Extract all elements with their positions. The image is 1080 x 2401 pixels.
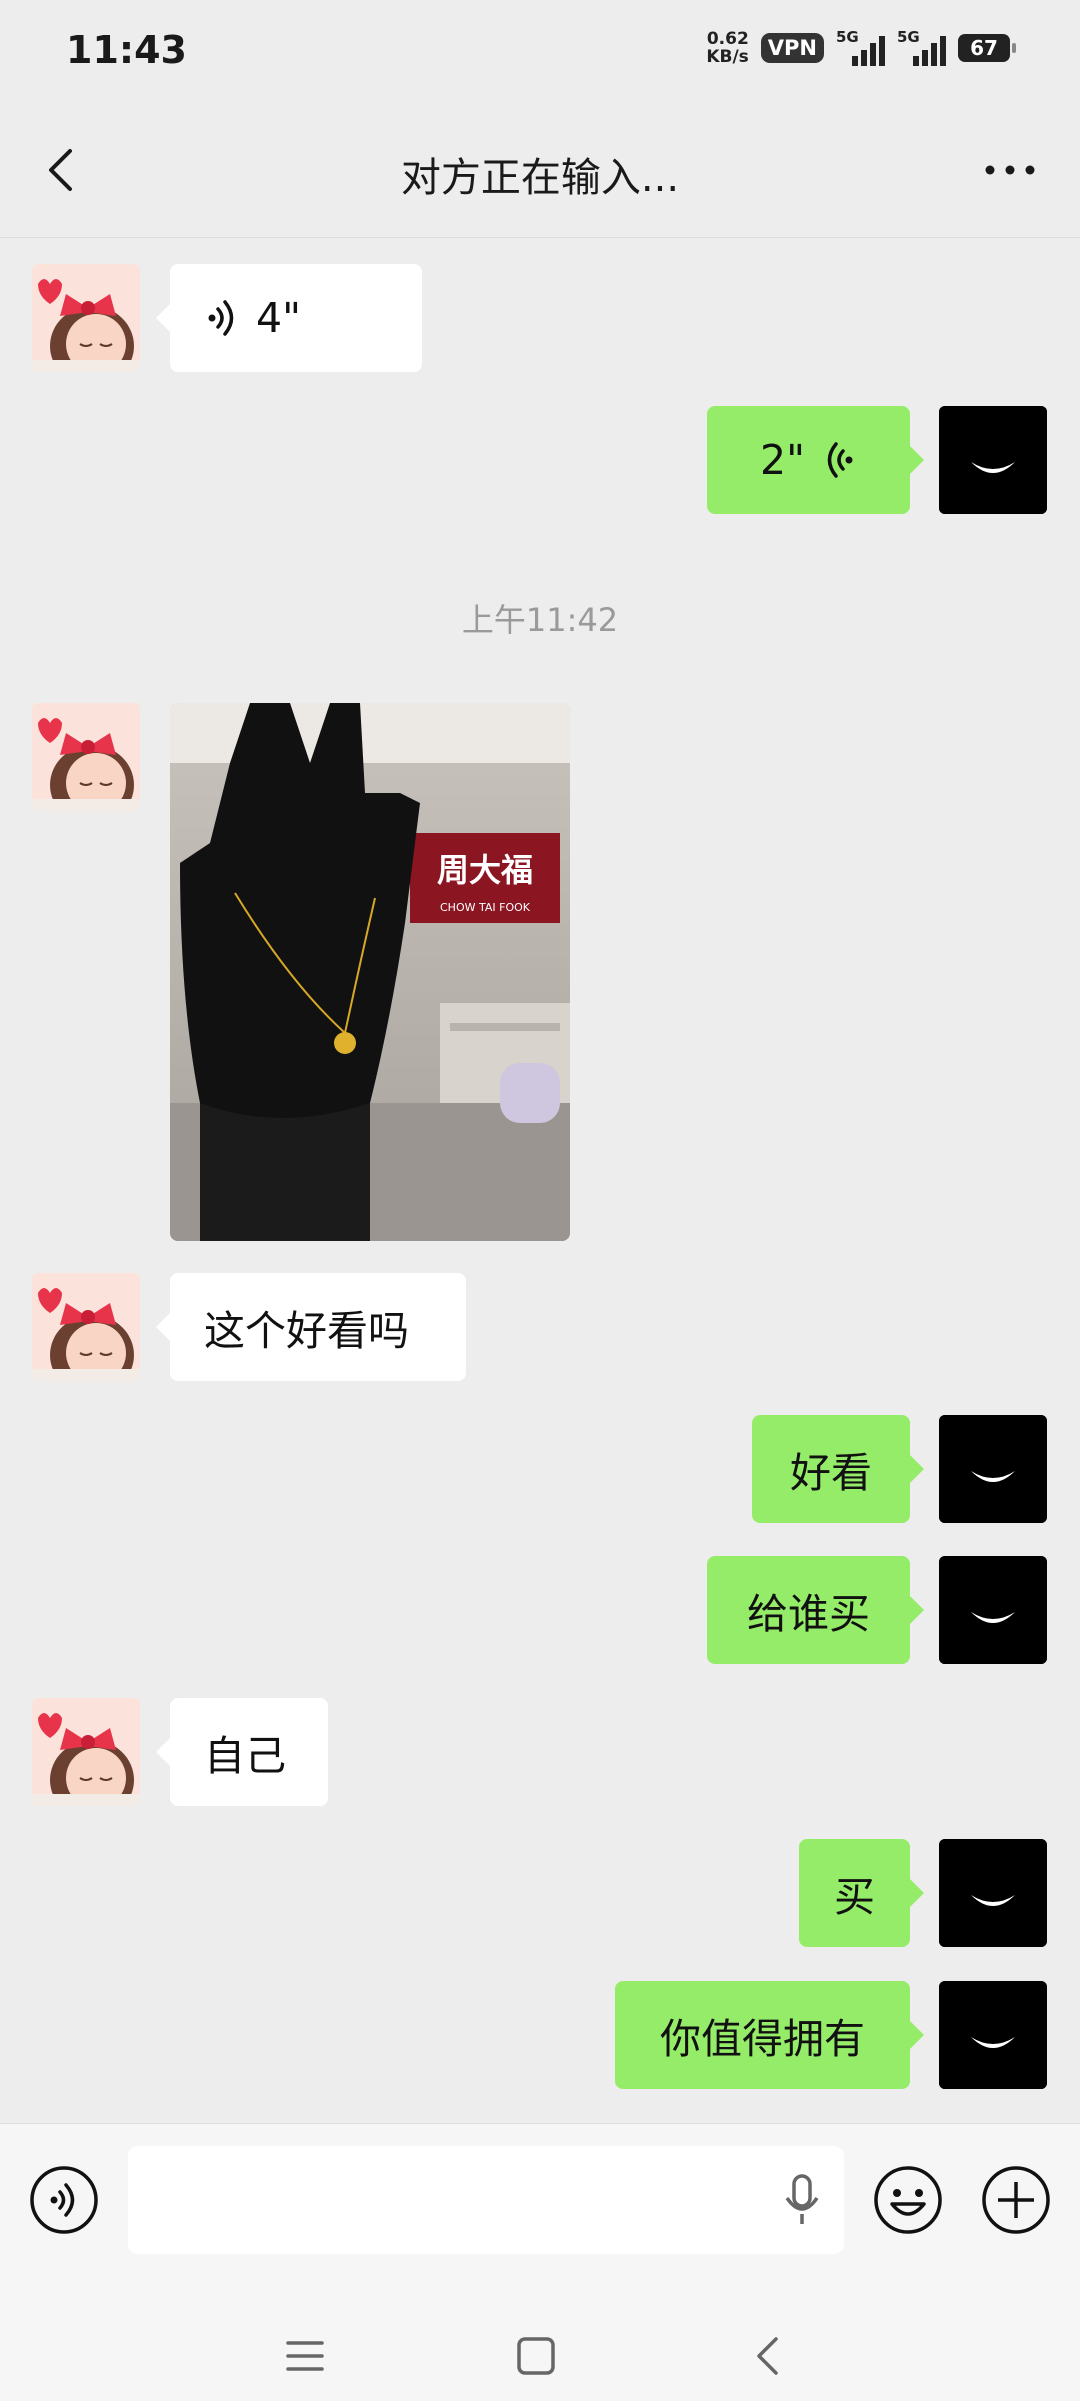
text-message-bubble[interactable]: 自己 (156, 1698, 328, 1806)
battery-level: 67 (970, 36, 998, 60)
battery-icon: 67 (958, 34, 1016, 62)
status-bar: 11:43 0.62 KB/s VPN 5G 5G 67 (0, 0, 1080, 105)
text-message-bubble[interactable]: 这个好看吗 (156, 1273, 466, 1381)
my-avatar[interactable] (939, 1415, 1047, 1523)
status-time: 11:43 (66, 28, 187, 72)
contact-avatar[interactable] (32, 264, 140, 372)
chat-header: 对方正在输入... (0, 105, 1080, 238)
text-message-bubble-outgoing[interactable]: 买 (799, 1839, 924, 1947)
contact-avatar[interactable] (32, 1273, 140, 1381)
chat-title: 对方正在输入... (400, 155, 680, 201)
voice-toggle-icon[interactable] (28, 2164, 100, 2236)
my-avatar[interactable] (939, 1981, 1047, 2089)
voice-message-bubble[interactable]: 4" (156, 264, 422, 372)
chat-timestamp: 上午11:42 (461, 601, 619, 639)
system-nav-bar (0, 2314, 1080, 2401)
my-avatar[interactable] (939, 1839, 1047, 1947)
my-avatar[interactable] (939, 1556, 1047, 1664)
nav-back-icon[interactable] (748, 2336, 788, 2376)
text-message-bubble-outgoing[interactable]: 给谁买 (707, 1556, 924, 1664)
contact-avatar[interactable] (32, 1698, 140, 1806)
signal-2-label: 5G (897, 28, 920, 46)
input-bar (0, 2123, 1080, 2401)
network-speed-unit: KB/s (706, 47, 749, 67)
network-speed: 0.62 KB/s (706, 30, 748, 66)
my-avatar[interactable] (939, 406, 1047, 514)
voice-message-bubble-outgoing[interactable]: 2" (707, 406, 924, 514)
status-icons: 0.62 KB/s VPN 5G 5G 67 (706, 28, 1016, 66)
contact-avatar[interactable] (32, 703, 140, 811)
store-sign-subtext: CHOW TAI FOOK (440, 901, 531, 914)
plus-circle-icon[interactable] (980, 2164, 1052, 2236)
message-input[interactable] (128, 2146, 844, 2254)
emoji-icon[interactable] (872, 2164, 944, 2236)
image-message[interactable]: 周大福 CHOW TAI FOOK (170, 703, 570, 1241)
signal-1-label: 5G (836, 28, 859, 46)
vpn-badge: VPN (760, 33, 824, 63)
voice-duration: 4" (256, 294, 301, 342)
signal-1-icon: 5G (836, 28, 885, 66)
more-dots-icon[interactable] (980, 145, 1040, 195)
voice-duration: 2" (760, 436, 805, 484)
mic-icon[interactable] (782, 2172, 822, 2228)
network-speed-value: 0.62 (706, 29, 749, 49)
voice-wave-icon (208, 300, 234, 336)
home-icon[interactable] (516, 2336, 556, 2376)
store-sign-text: 周大福 (437, 851, 533, 889)
voice-wave-icon (827, 442, 853, 478)
text-message-bubble-outgoing[interactable]: 好看 (752, 1415, 924, 1523)
text-message-bubble-outgoing[interactable]: 你值得拥有 (615, 1981, 924, 2089)
signal-2-icon: 5G (897, 28, 946, 66)
menu-icon[interactable] (285, 2336, 325, 2376)
